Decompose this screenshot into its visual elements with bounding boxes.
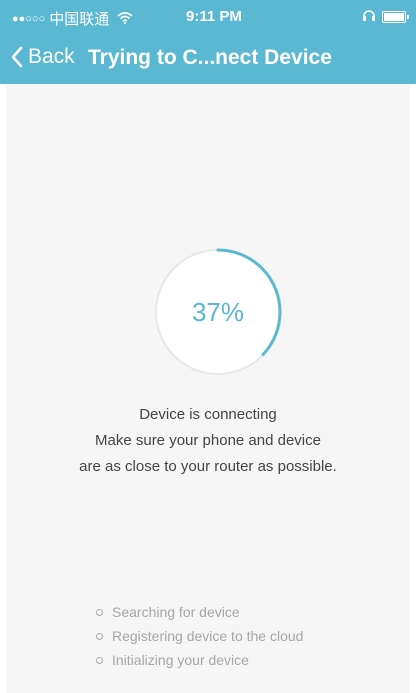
- status-message: Device is connecting Make sure your phon…: [6, 402, 410, 480]
- back-label: Back: [28, 45, 75, 68]
- wifi-icon: [117, 11, 133, 27]
- step-label: Searching for device: [112, 604, 240, 620]
- chevron-left-icon: [11, 46, 23, 68]
- circle-bullet-icon: [96, 632, 103, 640]
- signal-icon: ●●○○○: [12, 12, 46, 25]
- step-label: Initializing your device: [112, 652, 249, 668]
- circle-bullet-icon: [96, 608, 103, 616]
- step-label: Registering device to the cloud: [112, 628, 304, 644]
- carrier-name: 中国联通: [49, 11, 110, 28]
- status-time: 9:11 PM: [186, 8, 242, 25]
- back-button[interactable]: Back: [10, 45, 75, 69]
- steps-list: Searching for device Registering device …: [96, 600, 303, 672]
- status-bar: ●●○○○ 中国联通 9:11 PM: [0, 0, 416, 36]
- progress-percent: 37%: [191, 296, 245, 327]
- main-content: 37% Device is connecting Make sure your …: [0, 84, 416, 693]
- page-title: Trying to C...nect Device: [88, 46, 332, 69]
- step-item: Registering device to the cloud: [96, 624, 303, 648]
- message-line: are as close to your router as possible.: [79, 458, 337, 475]
- progress-ring: 37%: [152, 246, 284, 378]
- message-line: Device is connecting: [139, 406, 277, 423]
- circle-bullet-icon: [96, 656, 103, 664]
- step-item: Searching for device: [96, 600, 303, 624]
- headphones-icon: [362, 9, 376, 24]
- message-line: Make sure your phone and device: [95, 432, 321, 449]
- status-right: [362, 9, 409, 24]
- step-item: Initializing your device: [96, 648, 303, 672]
- status-left: ●●○○○ 中国联通: [12, 8, 133, 29]
- battery-icon: [382, 10, 409, 23]
- nav-bar: Back Trying to C...nect Device: [0, 36, 416, 84]
